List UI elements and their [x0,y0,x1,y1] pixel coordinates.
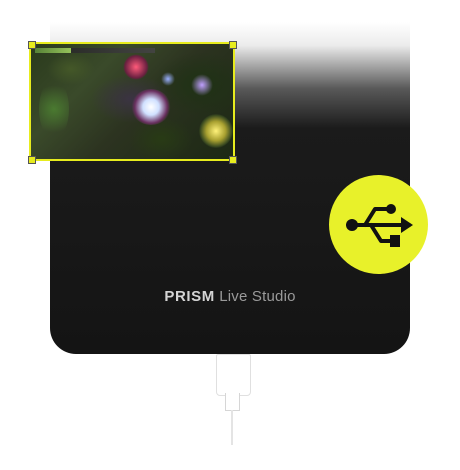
resize-handle-bottom-left[interactable] [28,156,36,164]
resize-handle-top-right[interactable] [229,41,237,49]
usb-cable-icon [216,354,251,396]
game-hud [35,48,155,53]
usb-cable [231,410,233,445]
game-scene-detail [39,79,69,139]
brand-name-strong: PRISM [164,288,215,305]
game-scene-detail [191,74,213,96]
usb-icon [346,204,413,247]
usb-plug-tip [225,393,240,411]
game-screenshot [29,42,235,161]
illustration: PRISM Live Studio [0,0,460,470]
brand-name-light: Live Studio [219,288,296,305]
game-scene-detail [123,54,149,80]
game-scene-detail [131,89,171,125]
game-scene-detail [199,114,233,148]
game-scene-detail [161,72,175,86]
brand-logo: PRISM Live Studio [0,288,460,305]
usb-badge [329,175,428,274]
resize-handle-top-left[interactable] [28,41,36,49]
resize-handle-bottom-right[interactable] [229,156,237,164]
